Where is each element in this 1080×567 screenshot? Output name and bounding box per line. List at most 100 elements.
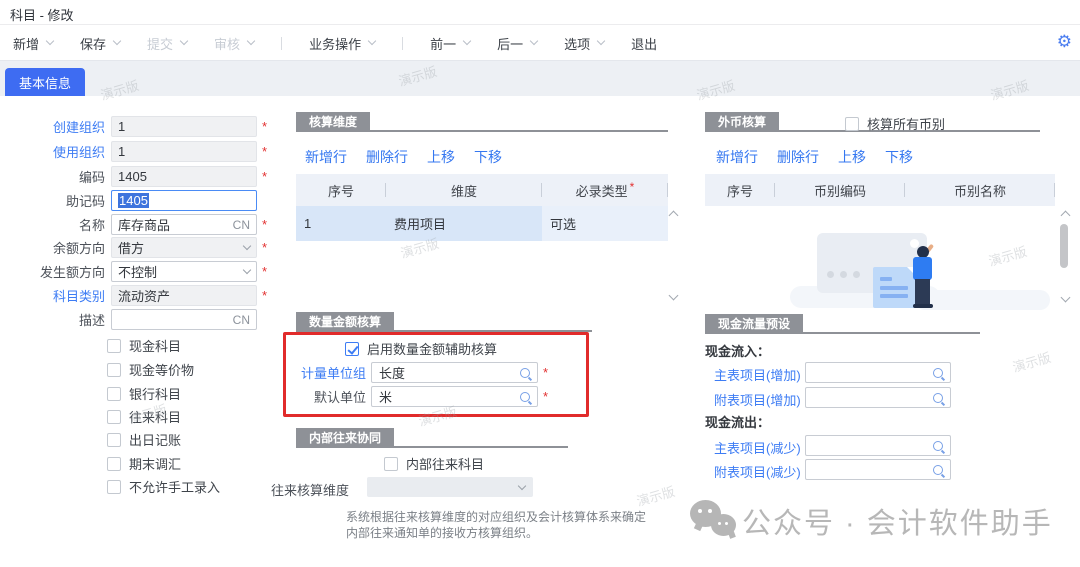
- toolbar-button-new[interactable]: 新增: [13, 34, 53, 53]
- toolbar-separator: [402, 37, 403, 50]
- description-label: 描述: [2, 310, 105, 329]
- unit-group-input[interactable]: 长度: [371, 362, 538, 383]
- settings-gear-icon[interactable]: ⚙: [1057, 32, 1072, 52]
- checkbox-bank-account[interactable]: 银行科目: [107, 384, 181, 403]
- add-row-button[interactable]: 新增行: [716, 147, 758, 167]
- form-content: 创建组织 1 * 使用组织 1 * 编码 1405 * 助记码 1405 名称 …: [0, 96, 1080, 567]
- scroll-up-icon[interactable]: [1061, 211, 1071, 221]
- dimension-panel-title: 核算维度: [296, 112, 370, 132]
- checkbox-icon: [107, 433, 121, 447]
- toolbar-button-options[interactable]: 选项: [564, 34, 604, 53]
- checkbox-transaction-account[interactable]: 往来科目: [107, 407, 181, 426]
- person-graphic: [908, 246, 942, 310]
- search-icon[interactable]: [520, 368, 530, 378]
- main-item-increase-input[interactable]: [805, 362, 951, 383]
- checkbox-all-currencies[interactable]: 核算所有币别: [845, 114, 945, 133]
- required-mark: *: [262, 288, 267, 303]
- search-icon[interactable]: [933, 368, 943, 378]
- sub-item-decrease-input[interactable]: [805, 459, 951, 480]
- sub-item-increase-label[interactable]: 附表项目(增加): [714, 390, 801, 409]
- dimension-table-row[interactable]: 1 费用项目 可选: [296, 206, 668, 241]
- use-org-input[interactable]: 1: [111, 141, 257, 162]
- search-icon[interactable]: [933, 393, 943, 403]
- cashflow-panel-title: 现金流量预设: [705, 314, 803, 334]
- toolbar-button-audit[interactable]: 审核: [214, 34, 254, 53]
- scroll-down-icon[interactable]: [1061, 293, 1071, 303]
- scroll-up-icon[interactable]: [669, 211, 679, 221]
- account-category-input[interactable]: 流动资产: [111, 285, 257, 306]
- scroll-down-icon[interactable]: [669, 291, 679, 301]
- search-icon[interactable]: [933, 465, 943, 475]
- code-label: 编码: [2, 167, 105, 186]
- dimension-panel-actions: 新增行 删除行 上移 下移: [305, 147, 502, 167]
- search-icon[interactable]: [520, 392, 530, 402]
- default-unit-label: 默认单位: [263, 387, 366, 406]
- sub-item-increase-input[interactable]: [805, 387, 951, 408]
- toolbar-button-submit[interactable]: 提交: [147, 34, 187, 53]
- main-item-increase-label[interactable]: 主表项目(增加): [714, 365, 801, 384]
- currency-table-header: 序号 币别编码 币别名称: [705, 174, 1055, 206]
- name-input[interactable]: 库存商品CN: [111, 214, 257, 235]
- checkbox-cash-account[interactable]: 现金科目: [107, 336, 181, 355]
- chevron-down-icon: [530, 37, 538, 45]
- checkbox-icon: [845, 117, 859, 131]
- field-account-category: 科目类别 流动资产 *: [2, 285, 267, 306]
- page-title: 科目 - 修改: [10, 5, 74, 24]
- balance-direction-select[interactable]: 借方: [111, 237, 257, 258]
- create-org-input[interactable]: 1: [111, 116, 257, 137]
- move-up-button[interactable]: 上移: [427, 147, 455, 167]
- sub-item-decrease-label[interactable]: 附表项目(减少): [714, 462, 801, 481]
- delete-row-button[interactable]: 删除行: [777, 147, 819, 167]
- qty-panel-header: 数量金额核算: [296, 312, 592, 332]
- field-balance-direction: 余额方向 借方 *: [2, 237, 267, 258]
- checkbox-internal-account[interactable]: 内部往来科目: [384, 454, 484, 473]
- toolbar-button-business-ops[interactable]: 业务操作: [309, 34, 375, 53]
- chevron-down-icon: [368, 37, 376, 45]
- checkbox-cash-equivalent[interactable]: 现金等价物: [107, 360, 194, 379]
- required-mark: *: [262, 119, 267, 134]
- checkbox-period-end-adjust[interactable]: 期末调汇: [107, 454, 181, 473]
- toolbar-button-exit[interactable]: 退出: [631, 34, 657, 53]
- main-item-decrease-input[interactable]: [805, 435, 951, 456]
- internal-panel-header: 内部往来协同: [296, 428, 568, 448]
- field-name: 名称 库存商品CN *: [2, 214, 267, 235]
- search-icon[interactable]: [933, 441, 943, 451]
- checkbox-icon: [107, 339, 121, 353]
- field-occurrence-direction: 发生额方向 不控制 *: [2, 261, 267, 282]
- create-org-label[interactable]: 创建组织: [2, 117, 105, 136]
- add-row-button[interactable]: 新增行: [305, 147, 347, 167]
- col-currency-name: 币别名称: [905, 174, 1055, 206]
- unit-group-label[interactable]: 计量单位组: [263, 363, 366, 382]
- toolbar-button-next[interactable]: 后一: [497, 34, 537, 53]
- move-up-button[interactable]: 上移: [838, 147, 866, 167]
- tab-basic-info[interactable]: 基本信息: [5, 68, 85, 96]
- wechat-icon: [690, 500, 740, 544]
- use-org-label[interactable]: 使用组织: [2, 142, 105, 161]
- col-required-type: 必录类型*: [542, 174, 668, 206]
- checkbox-icon: [107, 363, 121, 377]
- default-unit-input[interactable]: 米: [371, 386, 538, 407]
- delete-row-button[interactable]: 删除行: [366, 147, 408, 167]
- occurrence-direction-select[interactable]: 不控制: [111, 261, 257, 282]
- cash-inflow-label: 现金流入：: [705, 341, 770, 360]
- checkbox-enable-qty-amount[interactable]: 启用数量金额辅助核算: [345, 339, 497, 358]
- code-input[interactable]: 1405: [111, 166, 257, 187]
- currency-panel-actions: 新增行 删除行 上移 下移: [716, 147, 913, 167]
- account-category-label[interactable]: 科目类别: [2, 286, 105, 305]
- internal-dimension-select[interactable]: [367, 477, 533, 497]
- toolbar-button-previous[interactable]: 前一: [430, 34, 470, 53]
- main-item-decrease-label[interactable]: 主表项目(减少): [714, 438, 801, 457]
- empty-state-illustration: [790, 224, 1060, 310]
- scrollbar-thumb[interactable]: [1060, 224, 1068, 268]
- checkbox-daily-journal[interactable]: 出日记账: [107, 430, 181, 449]
- occurrence-direction-label: 发生额方向: [2, 262, 105, 281]
- mnemonic-input[interactable]: 1405: [111, 190, 257, 211]
- description-input[interactable]: CN: [111, 309, 257, 330]
- checkbox-no-manual-entry[interactable]: 不允许手工录入: [107, 477, 220, 496]
- internal-note-line2: 内部往来通知单的接收方核算组织。: [346, 524, 538, 541]
- required-mark: *: [543, 389, 548, 404]
- move-down-button[interactable]: 下移: [474, 147, 502, 167]
- checkbox-icon: [384, 457, 398, 471]
- move-down-button[interactable]: 下移: [885, 147, 913, 167]
- toolbar-button-save[interactable]: 保存: [80, 34, 120, 53]
